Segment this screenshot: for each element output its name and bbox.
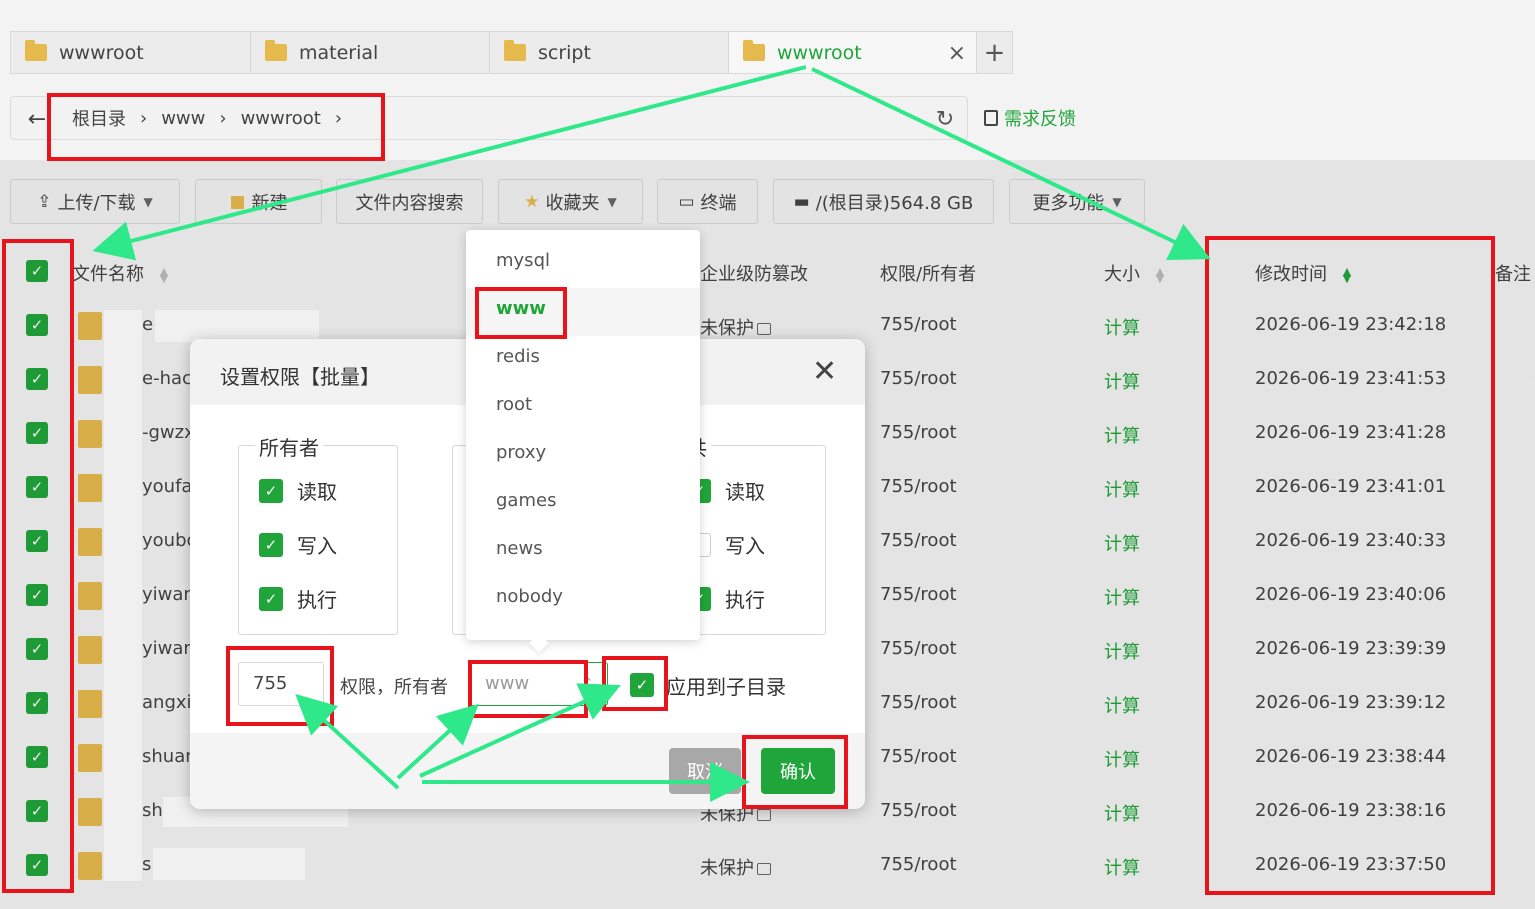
option-label: 执行 [297,588,337,612]
tab-label: wwwroot [777,41,862,64]
dropdown-option-proxy[interactable]: proxy [466,432,700,480]
annotation-box-apply-checkbox [602,656,668,711]
owner-read-option[interactable]: ✓ 读取 [259,476,337,505]
folder-icon [265,40,287,61]
owner-write-option[interactable]: ✓ 写入 [259,530,337,559]
owner-permission-group: 所有者 ✓ 读取 ✓ 写入 ✓ 执行 [238,432,398,635]
feedback-label: 需求反馈 [1004,109,1076,130]
tab-script[interactable]: script [489,31,728,74]
checkbox-checked[interactable]: ✓ [259,586,283,611]
annotation-box-www-option [475,287,567,339]
permission-owner-label: 权限，所有者 [340,677,448,698]
apply-subdir-label: 应用到子目录 [666,675,786,699]
dropdown-option-news[interactable]: news [466,528,700,576]
option-label: 写入 [297,534,337,558]
tab-label: material [299,41,379,64]
option-label: 写入 [725,534,765,558]
annotation-box-perm-input [226,646,334,726]
tab-wwwroot-active[interactable]: wwwroot × [728,31,976,74]
annotation-box-mtime [1205,236,1495,895]
checkbox-checked[interactable]: ✓ [259,532,283,557]
option-label: 读取 [297,480,337,504]
tab-wwwroot-1[interactable]: wwwroot [10,31,250,74]
close-icon[interactable]: ✕ [812,354,837,389]
owner-exec-option[interactable]: ✓ 执行 [259,584,337,613]
annotation-box-breadcrumb [47,93,385,161]
option-label: 读取 [725,480,765,504]
tab-label: script [538,41,591,64]
dropdown-option-games[interactable]: games [466,480,700,528]
close-icon[interactable]: × [948,41,966,66]
tab-label: wwwroot [59,41,144,64]
annotation-box-checkboxes [2,239,74,893]
dropdown-option-root[interactable]: root [466,384,700,432]
tab-material[interactable]: material [250,31,489,74]
dropdown-option-mysql[interactable]: mysql [466,240,700,288]
dropdown-option-redis[interactable]: redis [466,336,700,384]
annotation-box-confirm [742,735,848,809]
feedback-icon [984,110,998,126]
tab-bar: wwwroot material script wwwroot × + [10,31,1013,74]
cancel-button[interactable]: 取消 [669,748,741,794]
folder-icon [25,40,47,61]
annotation-box-owner-select [468,660,588,718]
add-tab-button[interactable]: + [976,31,1013,74]
refresh-icon[interactable]: ↻ [930,104,960,134]
group-legend: 所有者 [255,432,323,461]
dropdown-option-nobody[interactable]: nobody [466,576,700,624]
feedback-link[interactable]: 需求反馈 [984,105,1076,131]
checkbox-checked[interactable]: ✓ [259,478,283,503]
option-label: 执行 [725,588,765,612]
dialog-title: 设置权限【批量】 [220,365,380,389]
folder-icon [743,40,765,61]
folder-icon [504,40,526,61]
